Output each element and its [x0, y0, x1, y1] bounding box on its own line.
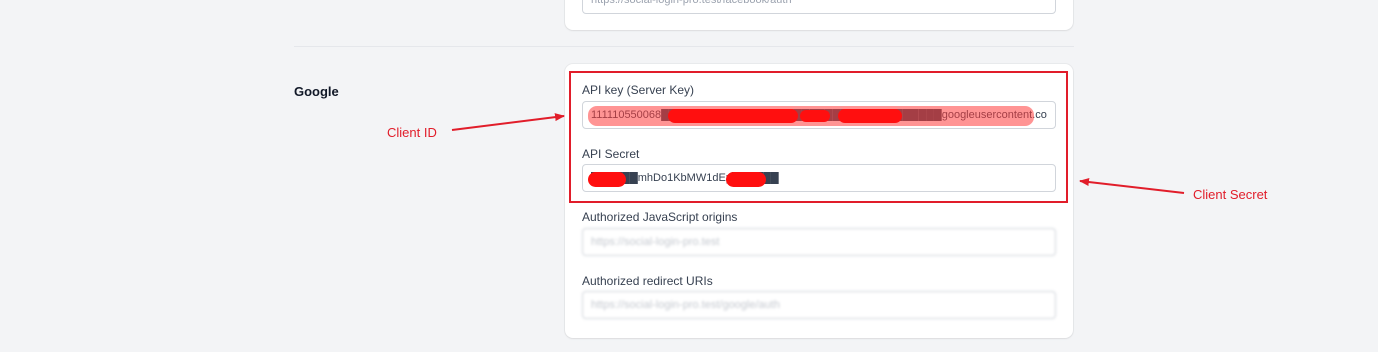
google-section-title: Google — [294, 84, 339, 99]
client-secret-arrow — [1079, 178, 1185, 194]
client-id-arrow — [451, 113, 565, 131]
section-divider — [294, 46, 1074, 47]
api-key-input[interactable] — [582, 101, 1056, 129]
redirect-uris-input[interactable] — [582, 291, 1056, 319]
api-secret-label: API Secret — [582, 147, 640, 161]
js-origins-input[interactable] — [582, 228, 1056, 256]
facebook-redirect-uri-input[interactable] — [582, 0, 1056, 14]
js-origins-label: Authorized JavaScript origins — [582, 210, 738, 224]
api-secret-input[interactable] — [582, 164, 1056, 192]
api-key-label: API key (Server Key) — [582, 83, 695, 97]
client-secret-annotation: Client Secret — [1193, 187, 1268, 202]
redirect-uris-label: Authorized redirect URIs — [582, 274, 713, 288]
client-id-annotation: Client ID — [387, 125, 437, 140]
